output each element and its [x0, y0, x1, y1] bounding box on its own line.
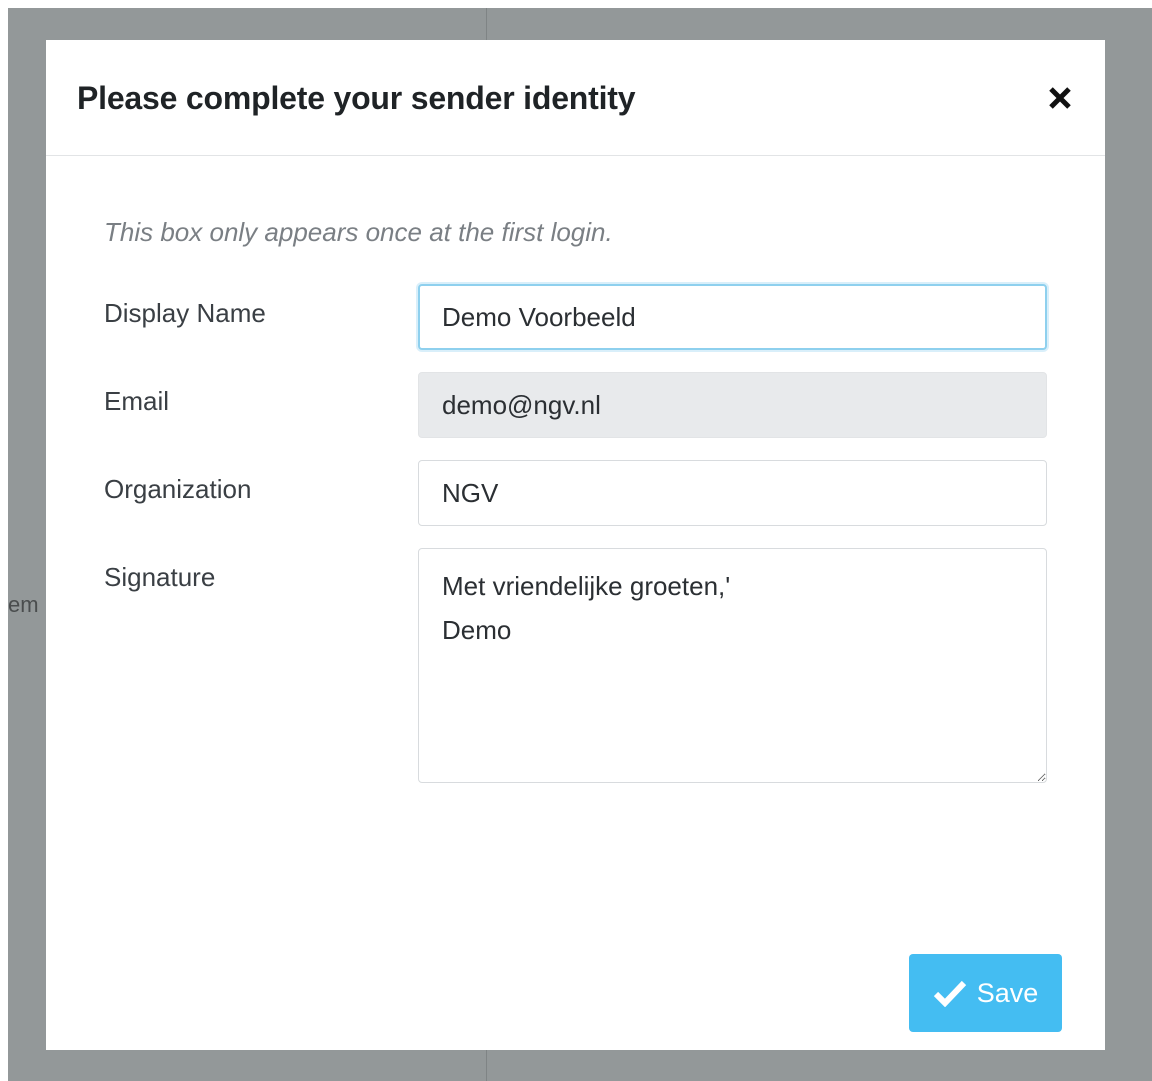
- modal-header: Please complete your sender identity: [46, 40, 1105, 156]
- close-icon: [1049, 87, 1071, 109]
- email-field: [418, 372, 1047, 438]
- save-button[interactable]: Save: [909, 954, 1062, 1032]
- checkmark-icon: [933, 980, 966, 1007]
- save-button-label: Save: [976, 977, 1039, 1008]
- background-partial-text: em: [8, 592, 39, 617]
- organization-label: Organization: [104, 474, 252, 504]
- modal-title: Please complete your sender identity: [77, 80, 636, 116]
- sender-identity-modal: Please complete your sender identity Thi…: [46, 40, 1105, 1050]
- email-label: Email: [104, 386, 170, 416]
- intro-text: This box only appears once at the first …: [104, 217, 613, 247]
- display-name-label: Display Name: [104, 298, 266, 328]
- organization-input[interactable]: [418, 460, 1047, 526]
- signature-textarea[interactable]: Met vriendelijke groeten,' Demo: [418, 548, 1047, 783]
- display-name-input[interactable]: [418, 284, 1047, 350]
- close-button[interactable]: [1042, 80, 1078, 116]
- signature-label: Signature: [104, 562, 216, 592]
